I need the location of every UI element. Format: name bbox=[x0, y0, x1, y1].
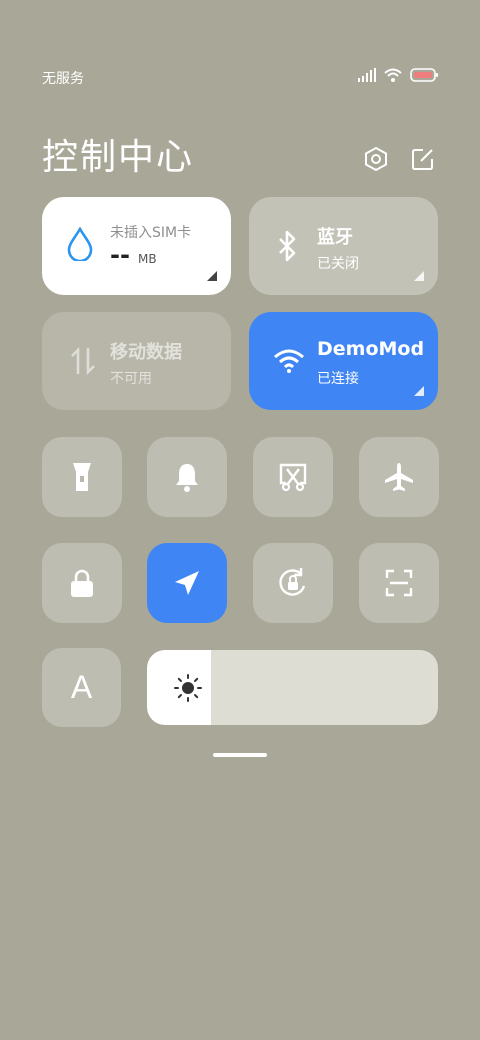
mobile-data-status: 不可用 bbox=[110, 371, 152, 387]
data-usage-tile[interactable]: 未插入SIM卡 -- MB bbox=[42, 197, 231, 295]
carrier-text: 无服务 bbox=[42, 71, 84, 87]
screen-lock-toggle[interactable] bbox=[42, 543, 122, 623]
wifi-status-icon bbox=[384, 68, 402, 82]
sim-status-label: 未插入SIM卡 bbox=[110, 225, 192, 241]
scan-icon bbox=[385, 569, 413, 597]
location-toggle[interactable] bbox=[147, 543, 227, 623]
bluetooth-tile[interactable]: 蓝牙 已关闭 bbox=[249, 197, 438, 295]
rotation-lock-toggle[interactable] bbox=[253, 543, 333, 623]
airplane-icon bbox=[385, 463, 413, 491]
bluetooth-title: 蓝牙 bbox=[317, 227, 353, 248]
scanner-toggle[interactable] bbox=[359, 543, 439, 623]
home-indicator[interactable] bbox=[213, 753, 267, 757]
mobile-data-icon bbox=[71, 346, 95, 376]
status-icons bbox=[358, 68, 438, 82]
wifi-status: 已连接 bbox=[317, 371, 359, 387]
airplane-mode-toggle[interactable] bbox=[359, 437, 439, 517]
font-size-button[interactable]: A bbox=[42, 648, 121, 727]
lock-icon bbox=[71, 569, 93, 597]
data-usage-value: -- bbox=[110, 241, 130, 269]
ringer-toggle[interactable] bbox=[147, 437, 227, 517]
wifi-network-name: DemoMod bbox=[317, 338, 425, 360]
signal-icon bbox=[358, 68, 376, 82]
data-usage-unit: MB bbox=[138, 252, 157, 266]
settings-icon[interactable] bbox=[363, 146, 389, 172]
font-size-label: A bbox=[70, 669, 93, 705]
water-drop-icon bbox=[67, 227, 93, 261]
expand-corner-icon bbox=[414, 386, 424, 396]
screenshot-toggle[interactable] bbox=[253, 437, 333, 517]
status-bar: 无服务 bbox=[42, 66, 438, 88]
wifi-icon bbox=[274, 349, 304, 373]
bluetooth-status: 已关闭 bbox=[317, 256, 359, 272]
page-title: 控制中心 bbox=[42, 137, 195, 178]
mobile-data-title: 移动数据 bbox=[110, 342, 182, 363]
bell-icon bbox=[176, 464, 198, 492]
battery-icon bbox=[410, 68, 438, 82]
mobile-data-tile[interactable]: 移动数据 不可用 bbox=[42, 312, 231, 410]
screenshot-scissors-icon bbox=[279, 463, 307, 492]
location-arrow-icon bbox=[175, 571, 199, 595]
expand-corner-icon bbox=[414, 271, 424, 281]
edit-icon[interactable] bbox=[410, 146, 436, 172]
wifi-tile[interactable]: DemoMod 已连接 bbox=[249, 312, 438, 410]
rotation-lock-icon bbox=[279, 568, 306, 596]
brightness-sun-icon bbox=[174, 674, 202, 702]
expand-corner-icon bbox=[207, 271, 217, 281]
flashlight-icon bbox=[73, 463, 91, 491]
flashlight-toggle[interactable] bbox=[42, 437, 122, 517]
brightness-slider[interactable] bbox=[147, 650, 438, 725]
bluetooth-icon bbox=[279, 230, 296, 262]
